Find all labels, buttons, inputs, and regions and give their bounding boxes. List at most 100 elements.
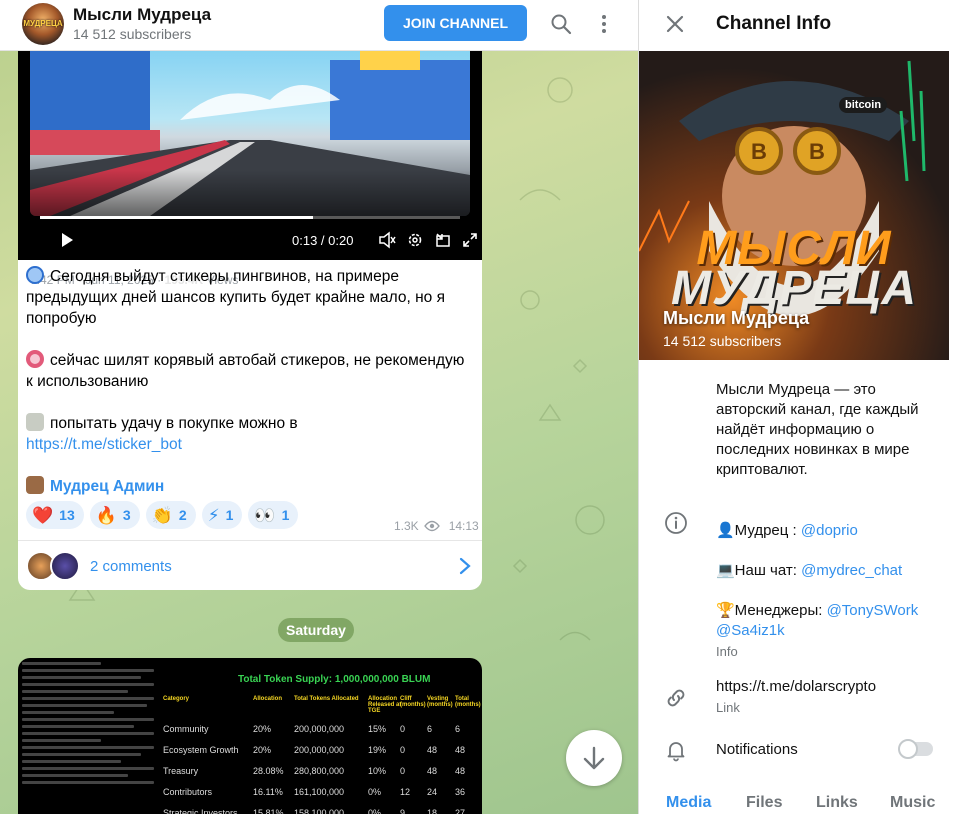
- arrow-down-icon: [583, 746, 605, 770]
- search-icon[interactable]: [549, 12, 573, 36]
- tab-music[interactable]: Music: [890, 794, 935, 812]
- token-value-cell: 24: [427, 787, 438, 797]
- token-value-cell: 28.08%: [253, 766, 284, 776]
- sticker-bot-link[interactable]: https://t.me/sticker_bot: [26, 436, 182, 453]
- chevron-right-icon: [459, 557, 471, 575]
- commenter-avatar: [50, 551, 80, 581]
- join-channel-button[interactable]: JOIN CHANNEL: [384, 5, 527, 41]
- token-image-message[interactable]: Total Token Supply: 1,000,000,000 BLUM C…: [18, 658, 482, 814]
- video-controls-overlay: [30, 170, 470, 216]
- token-value-cell: 158,100,000: [294, 808, 345, 814]
- token-value-cell: 20%: [253, 745, 272, 755]
- video-time-code: 0:13 / 0:20: [292, 233, 354, 248]
- token-category-cell: Treasury: [163, 766, 199, 776]
- picture-in-picture-icon[interactable]: [434, 231, 452, 249]
- token-value-cell: 280,800,000: [294, 766, 345, 776]
- manager-link[interactable]: @TonySWork: [827, 602, 919, 619]
- token-value-cell: 0%: [368, 787, 382, 797]
- notifications-toggle[interactable]: [898, 739, 933, 759]
- settings-gear-icon[interactable]: [406, 231, 424, 249]
- date-divider: Saturday: [278, 618, 354, 642]
- info-icon: [665, 512, 687, 534]
- token-value-cell: 15%: [368, 724, 387, 734]
- info-header: Channel Info: [639, 0, 958, 51]
- token-value-cell: 36: [455, 787, 466, 797]
- channel-avatar[interactable]: МУДРЕЦА: [22, 3, 64, 45]
- token-value-cell: 0: [400, 766, 406, 776]
- eye-icon: [423, 520, 440, 532]
- reaction-eyes[interactable]: 👀 1: [248, 501, 299, 529]
- token-value-cell: 48: [427, 745, 438, 755]
- view-count: 1.3K: [394, 519, 419, 533]
- post-time: 14:13: [448, 519, 479, 533]
- token-col-header: Total Tokens Allocated: [294, 696, 359, 702]
- token-col-header: Total (months): [455, 696, 481, 708]
- channel-subscribers: 14 512 subscribers: [73, 26, 192, 42]
- token-category-cell: Strategic Investors: [163, 808, 238, 814]
- tab-files[interactable]: Files: [746, 794, 782, 812]
- notifications-label: Notifications: [716, 741, 798, 758]
- close-icon[interactable]: [663, 12, 687, 36]
- message-bubble: 0:13 / 0:20 7:42 PM · Jun 11, 2025 · 195…: [18, 40, 482, 590]
- channel-title[interactable]: Мысли Мудреца: [73, 5, 211, 25]
- token-category-cell: Contributors: [163, 787, 213, 797]
- link-label: Link: [716, 700, 740, 715]
- chat-link[interactable]: @mydrec_chat: [801, 562, 902, 579]
- token-value-cell: 12: [400, 787, 411, 797]
- token-value-cell: 15.81%: [253, 808, 284, 814]
- token-value-cell: 20%: [253, 724, 272, 734]
- chat-header: МУДРЕЦА Мысли Мудреца 14 512 subscribers…: [0, 0, 638, 51]
- link-icon: [667, 689, 685, 707]
- scroll-down-button[interactable]: [566, 730, 622, 786]
- cover-subscribers: 14 512 subscribers: [663, 333, 782, 349]
- reactions-bar: ❤️ 13 🔥 3 👏 2 ⚡ 1 👀 1: [26, 501, 299, 529]
- token-value-cell: 18: [427, 808, 438, 814]
- video-progress-bar[interactable]: [40, 216, 460, 219]
- info-title: Channel Info: [716, 13, 832, 34]
- post-meta: 1.3K 14:13: [394, 519, 479, 533]
- comments-count: 2 comments: [90, 558, 172, 575]
- more-vertical-icon[interactable]: [592, 12, 616, 36]
- token-value-cell: 0: [400, 745, 406, 755]
- token-value-cell: 9: [400, 808, 406, 814]
- bell-icon: [667, 742, 685, 762]
- token-value-cell: 200,000,000: [294, 745, 345, 755]
- token-value-cell: 27: [455, 808, 466, 814]
- token-value-cell: 19%: [368, 745, 387, 755]
- token-col-header: Cliff (months): [400, 696, 426, 708]
- reaction-fire[interactable]: 🔥 3: [89, 501, 140, 529]
- token-image-side-text: [22, 662, 154, 788]
- fullscreen-icon[interactable]: [461, 231, 479, 249]
- alarm-clock-icon: [26, 266, 44, 284]
- play-icon[interactable]: [58, 231, 76, 249]
- admin-link[interactable]: @doprio: [801, 522, 858, 539]
- robot-icon: [26, 413, 44, 431]
- token-value-cell: 48: [455, 766, 466, 776]
- token-value-cell: 0%: [368, 808, 382, 814]
- bitcoin-badge: bitcoin: [839, 97, 888, 113]
- token-col-header: Vesting (months): [427, 696, 453, 708]
- mute-icon[interactable]: [378, 231, 396, 249]
- post-text: Сегодня выйдут стикеры пингвинов, на при…: [26, 266, 465, 495]
- manager-link[interactable]: @Sa4iz1k: [716, 622, 785, 639]
- reaction-zap[interactable]: ⚡ 1: [201, 501, 243, 529]
- token-col-header: Allocation: [253, 696, 283, 702]
- comments-row[interactable]: 2 comments: [18, 540, 482, 590]
- token-supply-title: Total Token Supply: 1,000,000,000 BLUM: [238, 674, 431, 685]
- post-signature[interactable]: Мудрец Админ: [50, 478, 164, 495]
- reaction-clap[interactable]: 👏 2: [145, 501, 196, 529]
- contact-chat: 💻Наш чат: @mydrec_chat: [716, 562, 903, 579]
- token-value-cell: 48: [427, 766, 438, 776]
- channel-link[interactable]: https://t.me/dolarscrypto: [716, 677, 876, 697]
- svg-text:B: B: [809, 139, 825, 164]
- token-category-cell: Community: [163, 724, 209, 734]
- tab-links[interactable]: Links: [816, 794, 858, 812]
- channel-cover[interactable]: B B bitcoin МЫСЛИ МУДРЕЦА Мысли Мудреца …: [639, 51, 949, 360]
- token-col-header: Category: [163, 696, 190, 702]
- media-tabs: Media Files Links Music: [639, 794, 958, 814]
- token-value-cell: 48: [455, 745, 466, 755]
- token-value-cell: 16.11%: [253, 787, 283, 797]
- reaction-heart[interactable]: ❤️ 13: [26, 501, 84, 529]
- tab-media[interactable]: Media: [666, 794, 711, 812]
- token-value-cell: 10%: [368, 766, 387, 776]
